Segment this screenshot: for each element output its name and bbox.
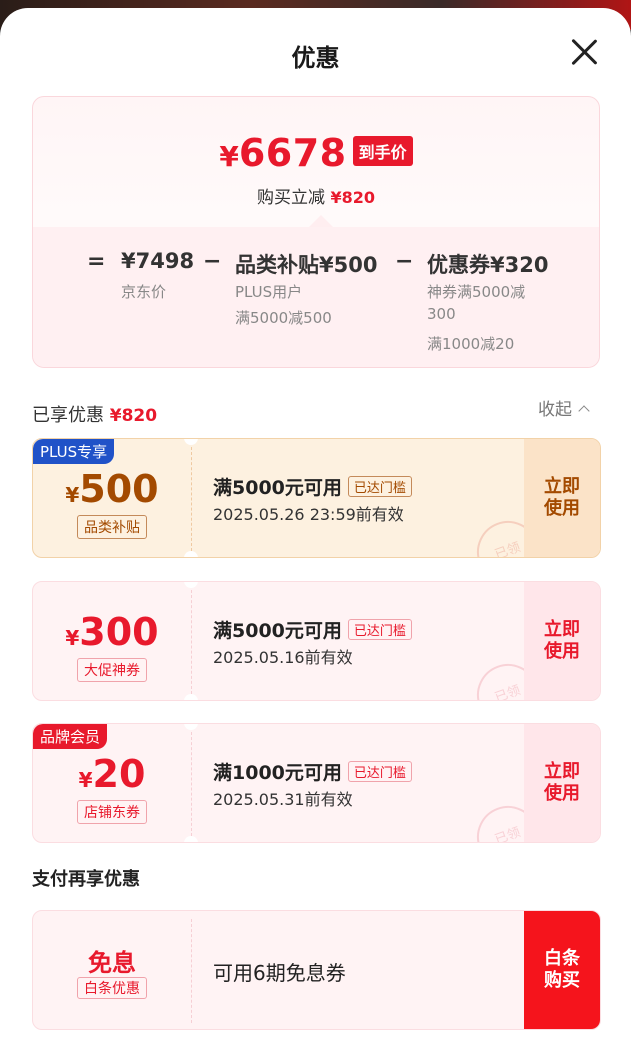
coupon-currency: ¥ bbox=[65, 483, 80, 507]
subsidy-sub-2: 满5000减500 bbox=[235, 309, 332, 327]
chevron-up-icon bbox=[578, 405, 590, 417]
instant-discount-amount: ¥820 bbox=[330, 188, 375, 207]
equals-sign: = bbox=[87, 249, 106, 274]
coupon-amount-value: 500 bbox=[79, 467, 159, 511]
coupon-divider bbox=[191, 590, 192, 694]
coupon-line: 优惠券¥320 bbox=[427, 249, 548, 279]
coupon-condition-text: 满1000元可用 bbox=[213, 762, 342, 784]
final-price-tag: 到手价 bbox=[352, 136, 413, 166]
coupon-sub-2: 300 bbox=[427, 305, 456, 323]
collapse-button[interactable]: 收起 bbox=[538, 395, 590, 420]
currency-symbol: ¥ bbox=[219, 140, 239, 173]
coupon-type: 店铺东券 bbox=[33, 800, 191, 824]
payment-description: 可用6期免息券 bbox=[213, 961, 346, 985]
close-icon[interactable] bbox=[566, 34, 602, 70]
coupon-condition: 满5000元可用 已达门槛 bbox=[213, 473, 412, 500]
use-now-label: 立即 使用 bbox=[544, 619, 580, 662]
pointer-arrow bbox=[309, 215, 333, 227]
use-now-label: 立即 使用 bbox=[544, 761, 580, 804]
coupon-sub-3: 满1000减20 bbox=[427, 335, 515, 353]
coupon-divider bbox=[191, 447, 192, 551]
coupon-amount-value: 20 bbox=[92, 752, 146, 796]
payment-section-title: 支付再享优惠 bbox=[32, 869, 140, 890]
coupon-currency: ¥ bbox=[65, 626, 80, 650]
coupon-type: 品类补贴 bbox=[33, 515, 191, 539]
coupon-corner-badge: PLUS专享 bbox=[33, 439, 115, 464]
payment-offer-card: 免息 白条优惠 可用6期免息券 白条 购买 bbox=[32, 910, 601, 1030]
coupon-notch-top bbox=[184, 724, 198, 730]
coupon-currency: ¥ bbox=[78, 768, 93, 792]
instant-discount: 购买立减 ¥820 bbox=[33, 183, 599, 208]
enjoyed-label: 已享优惠 bbox=[32, 405, 104, 426]
coupon-amount: ¥300 bbox=[33, 610, 191, 654]
coupon-corner-badge: 品牌会员 bbox=[33, 724, 108, 749]
threshold-reached-badge: 已达门槛 bbox=[347, 476, 412, 497]
baitiao-buy-button[interactable]: 白条 购买 bbox=[524, 911, 600, 1029]
coupon-amount: ¥500 bbox=[33, 467, 191, 511]
subsidy-sub-1: PLUS用户 bbox=[235, 283, 303, 301]
price-breakdown: = ¥7498 京东价 − 品类补贴¥500 PLUS用户 满5000减500 … bbox=[33, 227, 599, 367]
coupon-notch-bottom bbox=[184, 694, 198, 700]
coupon-type: 大促神券 bbox=[33, 658, 191, 682]
coupon-condition-text: 满5000元可用 bbox=[213, 620, 342, 642]
coupon-type-tag: 大促神券 bbox=[77, 658, 147, 682]
coupon-card: PLUS专享 ¥500 品类补贴 满5000元可用 已达门槛 2025.05.26… bbox=[32, 438, 601, 558]
subsidy-line: 品类补贴¥500 bbox=[235, 249, 377, 279]
baitiao-buy-label: 白条 购买 bbox=[544, 948, 580, 991]
sheet-title: 优惠 bbox=[291, 44, 340, 72]
coupon-notch-bottom bbox=[184, 551, 198, 557]
coupon-card: ¥300 大促神券 满5000元可用 已达门槛 2025.05.16前有效 已领 … bbox=[32, 581, 601, 701]
threshold-reached-badge: 已达门槛 bbox=[347, 619, 412, 640]
instant-discount-label: 购买立减 bbox=[257, 188, 326, 208]
final-price-value: 6678 bbox=[238, 131, 347, 175]
payment-divider bbox=[191, 919, 192, 1023]
coupon-expiry: 2025.05.26 23:59前有效 bbox=[213, 505, 404, 524]
minus-sign-2: − bbox=[395, 249, 414, 274]
enjoyed-amount: ¥820 bbox=[109, 406, 158, 426]
use-now-label: 立即 使用 bbox=[544, 476, 580, 519]
payment-type: 白条优惠 bbox=[33, 977, 191, 999]
use-now-button[interactable]: 立即 使用 bbox=[524, 724, 600, 842]
coupon-type-tag: 店铺东券 bbox=[77, 800, 147, 824]
enjoyed-discount: 已享优惠 ¥820 bbox=[32, 401, 157, 427]
coupon-sub-1: 神券满5000减 bbox=[427, 283, 526, 301]
final-price: ¥6678 到手价 bbox=[33, 131, 599, 175]
collapse-label: 收起 bbox=[538, 400, 572, 420]
payment-type-tag: 白条优惠 bbox=[77, 977, 147, 999]
subsidy-value: ¥500 bbox=[319, 253, 378, 277]
discount-sheet: 优惠 ¥6678 到手价 购买立减 ¥820 = ¥7498 京东价 − 品类补贴… bbox=[0, 8, 631, 1042]
coupon-condition: 满5000元可用 已达门槛 bbox=[213, 616, 412, 643]
jd-price-value: ¥7498 bbox=[121, 249, 195, 273]
coupon-type-tag: 品类补贴 bbox=[77, 515, 147, 539]
threshold-reached-badge: 已达门槛 bbox=[347, 761, 412, 782]
coupon-expiry: 2025.05.16前有效 bbox=[213, 648, 353, 667]
coupon-notch-top bbox=[184, 582, 198, 588]
coupon-value: ¥320 bbox=[490, 253, 549, 277]
use-now-button[interactable]: 立即 使用 bbox=[524, 582, 600, 700]
coupon-card: 品牌会员 ¥20 店铺东券 满1000元可用 已达门槛 2025.05.31前有效… bbox=[32, 723, 601, 843]
coupon-notch-bottom bbox=[184, 836, 198, 842]
coupon-divider bbox=[191, 732, 192, 836]
coupon-amount-value: 300 bbox=[79, 610, 159, 654]
minus-sign-1: − bbox=[203, 249, 222, 274]
interest-free-title: 免息 bbox=[88, 949, 136, 977]
subsidy-label: 品类补贴 bbox=[235, 253, 319, 277]
coupon-amount: ¥20 bbox=[33, 752, 191, 796]
use-now-button[interactable]: 立即 使用 bbox=[524, 439, 600, 557]
price-summary-card: ¥6678 到手价 购买立减 ¥820 = ¥7498 京东价 − 品类补贴¥50… bbox=[32, 96, 600, 368]
coupon-condition: 满1000元可用 已达门槛 bbox=[213, 758, 412, 785]
coupon-label: 优惠券 bbox=[427, 253, 490, 277]
coupon-notch-top bbox=[184, 439, 198, 445]
coupon-condition-text: 满5000元可用 bbox=[213, 477, 342, 499]
coupon-expiry: 2025.05.31前有效 bbox=[213, 790, 353, 809]
jd-price-label: 京东价 bbox=[121, 283, 167, 301]
